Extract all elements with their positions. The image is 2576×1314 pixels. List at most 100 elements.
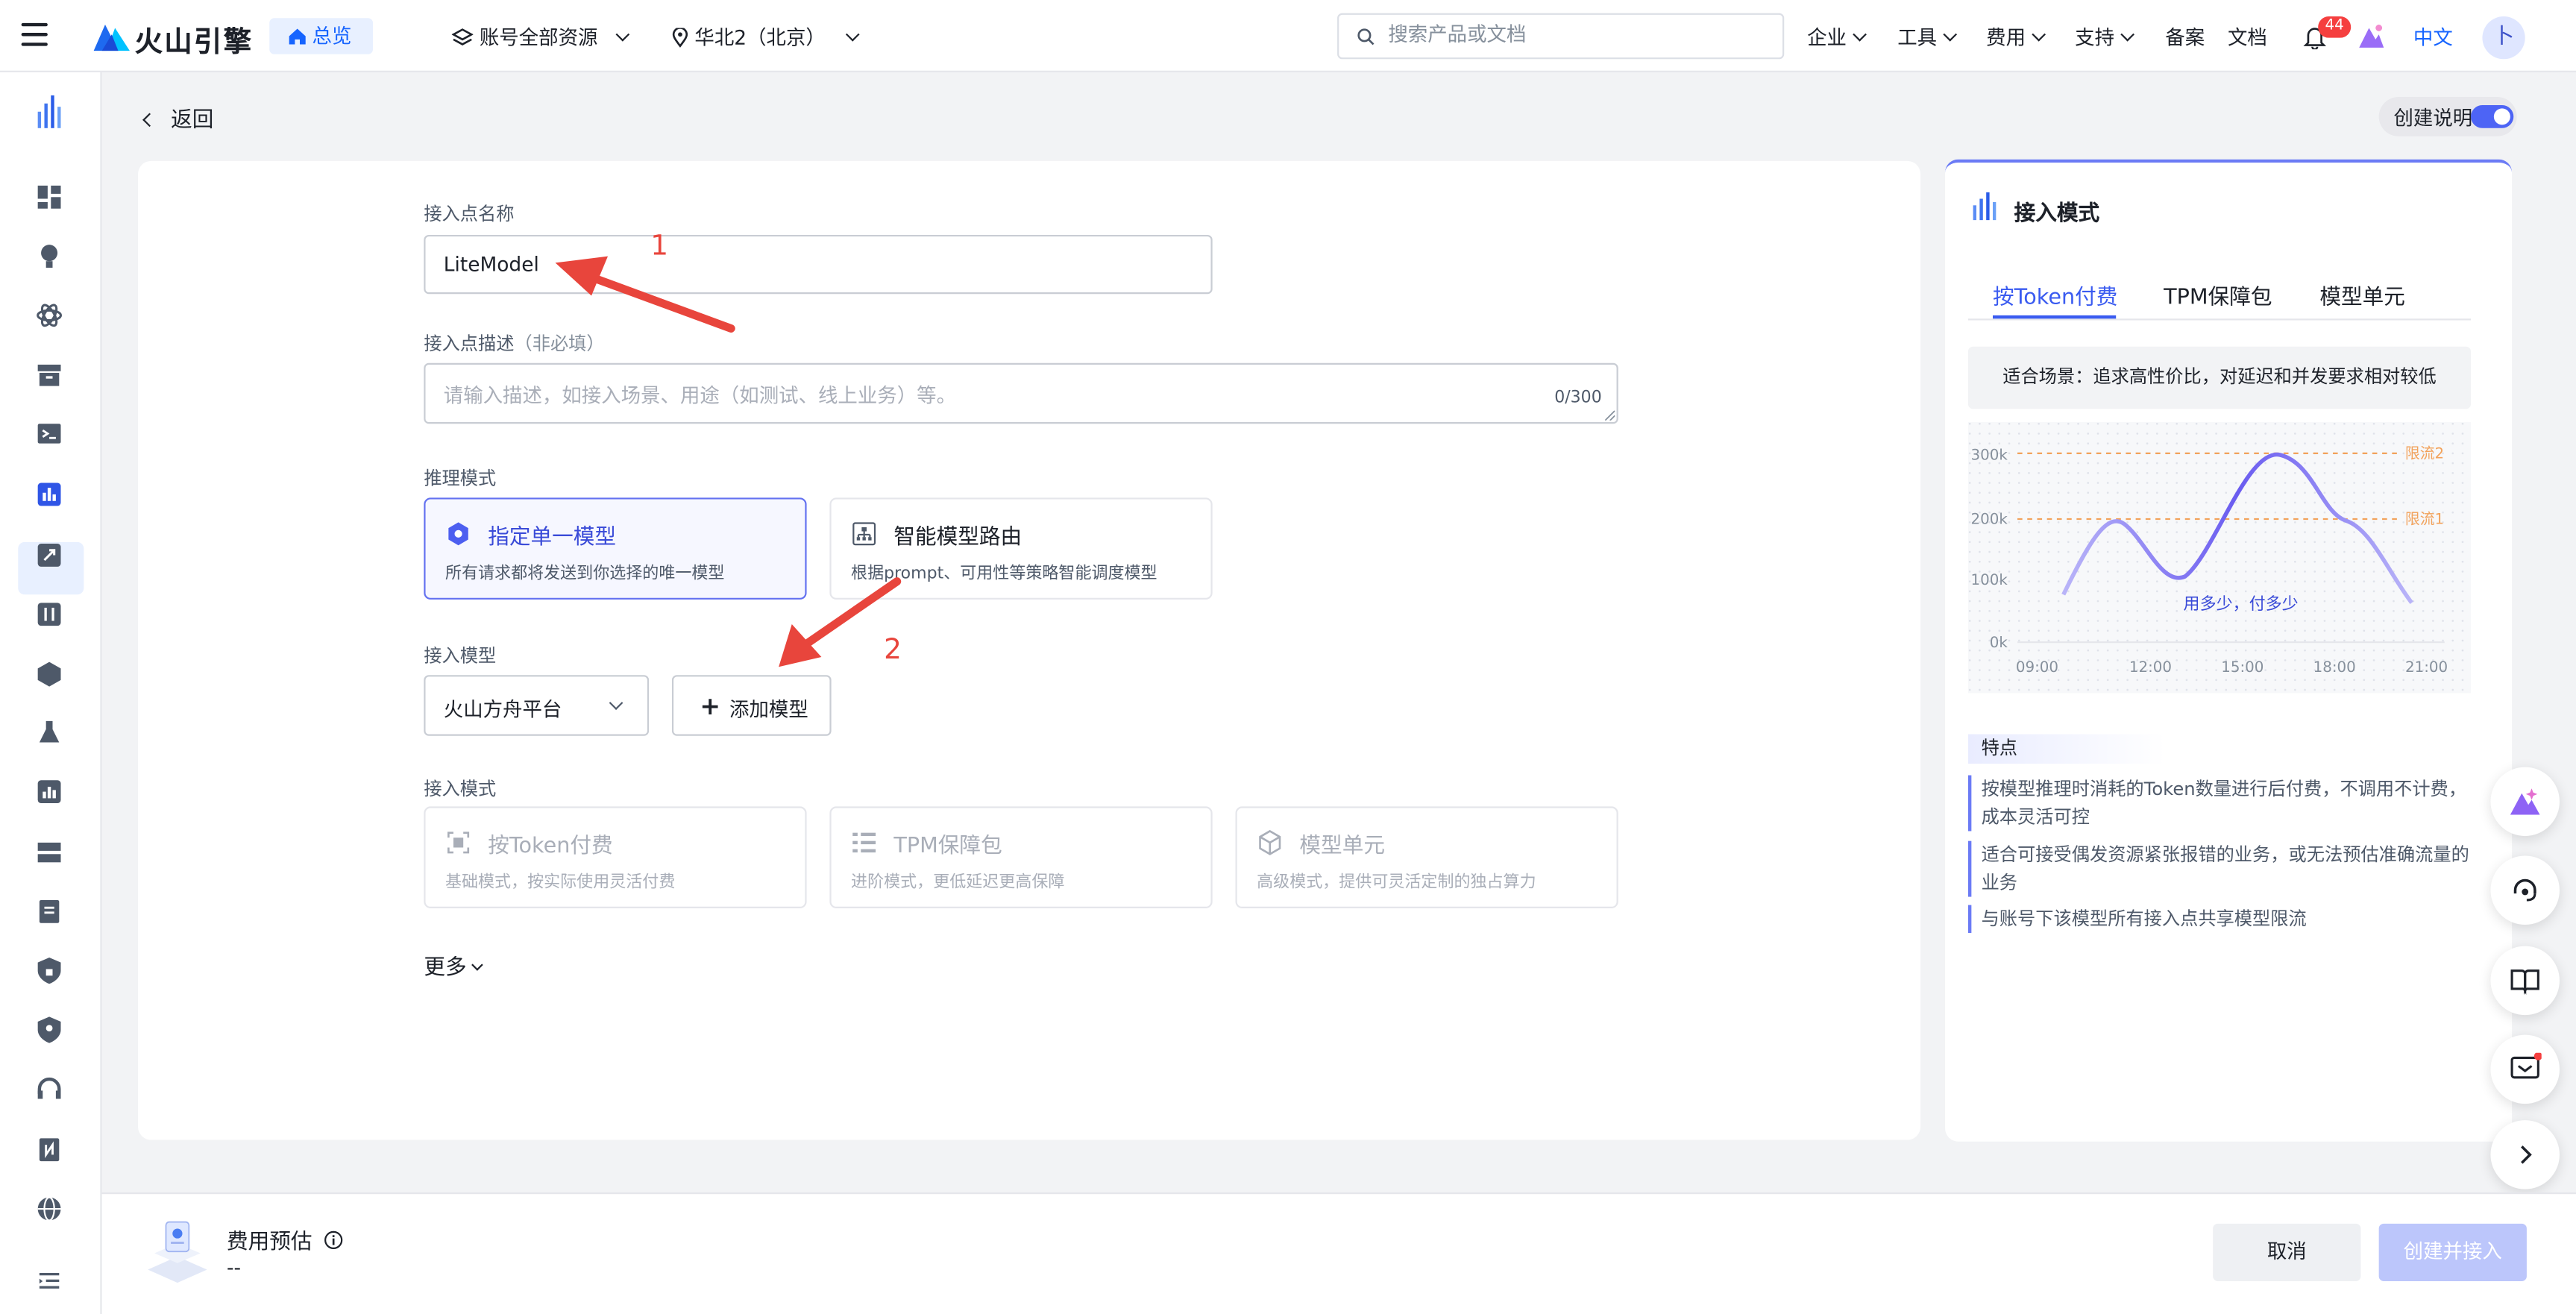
headset-icon[interactable] bbox=[34, 1074, 64, 1104]
y-tick-label: 100k bbox=[1971, 571, 2008, 588]
menu-docs[interactable]: 文档 bbox=[2228, 23, 2267, 51]
tab-model-unit[interactable]: 模型单元 bbox=[2319, 279, 2405, 310]
message-icon bbox=[2510, 1052, 2542, 1079]
menu-billing-label: 费用 bbox=[1986, 26, 2026, 50]
notebook-icon[interactable] bbox=[34, 1135, 64, 1165]
shield-lock-icon[interactable] bbox=[34, 956, 64, 986]
rocket-icon[interactable] bbox=[34, 541, 64, 570]
access-mode-desc: 进阶模式，更低延迟更高保障 bbox=[851, 873, 1065, 892]
back-button[interactable]: 返回 bbox=[142, 102, 214, 133]
model-platform-select[interactable]: 火山方舟平台 bbox=[424, 675, 650, 736]
globe-icon[interactable] bbox=[34, 1194, 64, 1224]
bar-chart-icon[interactable] bbox=[34, 777, 64, 807]
access-mode-tpm[interactable]: TPM保障包 进阶模式，更低延迟更高保障 bbox=[829, 806, 1213, 908]
docs-fab[interactable] bbox=[2490, 946, 2560, 1016]
expand-fab[interactable] bbox=[2490, 1120, 2560, 1189]
archive-icon[interactable] bbox=[34, 359, 64, 389]
fee-estimate-label: 费用预估 bbox=[226, 1230, 312, 1255]
dashboard-icon[interactable] bbox=[34, 182, 64, 212]
hexagon-model-icon bbox=[448, 522, 468, 546]
list-bars-icon bbox=[852, 832, 876, 853]
cube-icon[interactable] bbox=[34, 658, 64, 688]
region-dropdown[interactable]: 华北2（北京） bbox=[672, 23, 861, 51]
chevron-right-icon bbox=[2521, 1145, 2532, 1164]
menu-tools[interactable]: 工具 bbox=[1897, 23, 1958, 51]
more-options-toggle[interactable]: 更多 bbox=[424, 949, 483, 981]
access-mode-label: 接入模式 bbox=[424, 778, 497, 800]
ai-assistant-icon[interactable] bbox=[2357, 22, 2385, 49]
plus-icon: + bbox=[700, 691, 721, 721]
inference-mode-single-model[interactable]: 指定单一模型 所有请求都将发送到你选择的唯一模型 bbox=[424, 497, 807, 600]
model-platform-value: 火山方舟平台 bbox=[443, 698, 562, 721]
chevron-down-icon bbox=[1943, 27, 1958, 42]
flask-icon[interactable] bbox=[34, 717, 64, 747]
inference-mode-title: 指定单一模型 bbox=[488, 525, 617, 550]
online-inference-icon[interactable] bbox=[34, 480, 64, 509]
collapse-sidebar-icon[interactable] bbox=[34, 1266, 64, 1296]
document-icon[interactable] bbox=[34, 897, 64, 927]
language-switch[interactable]: 中文 bbox=[2413, 23, 2453, 51]
support-fab[interactable] bbox=[2490, 855, 2560, 925]
volcengine-logo-icon bbox=[93, 25, 131, 51]
left-sidebar bbox=[0, 72, 102, 1314]
endpoint-name-value: LiteModel bbox=[443, 253, 539, 277]
inference-mode-title: 智能模型路由 bbox=[893, 525, 1022, 550]
search-box[interactable] bbox=[1337, 13, 1785, 60]
x-tick-label: 21:00 bbox=[2405, 658, 2448, 676]
home-icon bbox=[289, 28, 306, 45]
guide-toggle-label: 创建说明 bbox=[2393, 107, 2473, 130]
access-mode-token[interactable]: 按Token付费 基础模式，按实际使用灵活付费 bbox=[424, 806, 807, 908]
menu-icon[interactable] bbox=[21, 22, 48, 46]
cube-outline-icon bbox=[1259, 829, 1281, 855]
overview-button[interactable]: 总览 bbox=[269, 18, 374, 54]
endpoint-desc-textarea[interactable]: 请输入描述，如接入场景、用途（如测试、线上业务）等。 0/300 bbox=[424, 362, 1618, 424]
ark-logo-icon bbox=[1973, 192, 1997, 221]
menu-support[interactable]: 支持 bbox=[2075, 23, 2135, 51]
atom-icon[interactable] bbox=[34, 301, 64, 330]
account-resources-dropdown[interactable]: 账号全部资源 bbox=[451, 23, 629, 51]
region-label: 华北2（北京） bbox=[694, 26, 826, 50]
ai-assistant-fab[interactable] bbox=[2490, 767, 2560, 837]
menu-billing[interactable]: 费用 bbox=[1986, 23, 2046, 51]
access-mode-title: 按Token付费 bbox=[488, 834, 613, 859]
open-book-icon bbox=[2510, 969, 2539, 995]
scene-description: 适合场景：追求高性价比，对延迟和并发要求相对较低 bbox=[1967, 346, 2472, 409]
access-model-label: 接入模型 bbox=[424, 645, 497, 667]
ai-assistant-icon bbox=[2510, 788, 2540, 815]
y-tick-label: 200k bbox=[1971, 511, 2008, 528]
tab-tpm[interactable]: TPM保障包 bbox=[2164, 279, 2272, 310]
chevron-down-icon bbox=[1853, 27, 1867, 42]
access-mode-model-unit[interactable]: 模型单元 高级模式，提供可灵活定制的独占算力 bbox=[1235, 806, 1618, 908]
headset-icon bbox=[2513, 878, 2536, 902]
add-model-button[interactable]: + 添加模型 bbox=[671, 675, 832, 736]
info-icon[interactable] bbox=[324, 1230, 343, 1250]
ark-logo-icon[interactable] bbox=[36, 95, 66, 131]
access-mode-title: 模型单元 bbox=[1299, 834, 1385, 859]
cancel-button[interactable]: 取消 bbox=[2213, 1223, 2361, 1281]
search-input[interactable] bbox=[1388, 22, 1767, 46]
terminal-icon[interactable] bbox=[34, 419, 64, 449]
feature-item: 与账号下该模型所有接入点共享模型限流 bbox=[1967, 905, 2478, 934]
avatar[interactable]: 卜 bbox=[2482, 16, 2525, 60]
guide-toggle-switch[interactable] bbox=[2471, 104, 2514, 128]
inference-mode-desc: 所有请求都将发送到你选择的唯一模型 bbox=[444, 565, 725, 583]
create-and-access-button[interactable]: 创建并接入 bbox=[2378, 1223, 2527, 1281]
tab-active-underline bbox=[1992, 315, 2117, 319]
menu-enterprise-label: 企业 bbox=[1807, 26, 1847, 50]
lightbulb-icon[interactable] bbox=[34, 242, 64, 271]
resize-handle-icon[interactable] bbox=[1605, 410, 1615, 421]
sliders-icon[interactable] bbox=[34, 600, 64, 629]
brand-name[interactable]: 火山引擎 bbox=[135, 18, 254, 59]
menu-filing[interactable]: 备案 bbox=[2165, 23, 2205, 51]
features-title: 特点 bbox=[1967, 734, 2166, 764]
shield-key-icon[interactable] bbox=[34, 1015, 64, 1045]
feedback-fab[interactable] bbox=[2490, 1034, 2560, 1104]
menu-enterprise[interactable]: 企业 bbox=[1807, 23, 1867, 51]
server-icon[interactable] bbox=[34, 837, 64, 867]
chevron-down-icon bbox=[471, 959, 483, 971]
back-label: 返回 bbox=[171, 108, 214, 133]
feature-item: 适合可接受偶发资源紧张报错的业务，或无法预估准确流量的业务 bbox=[1967, 840, 2478, 897]
add-model-label: 添加模型 bbox=[729, 698, 808, 721]
feature-item: 按模型推理时消耗的Token数量进行后付费，不调用不计费，成本灵活可控 bbox=[1967, 775, 2478, 832]
tab-token[interactable]: 按Token付费 bbox=[1993, 279, 2117, 310]
